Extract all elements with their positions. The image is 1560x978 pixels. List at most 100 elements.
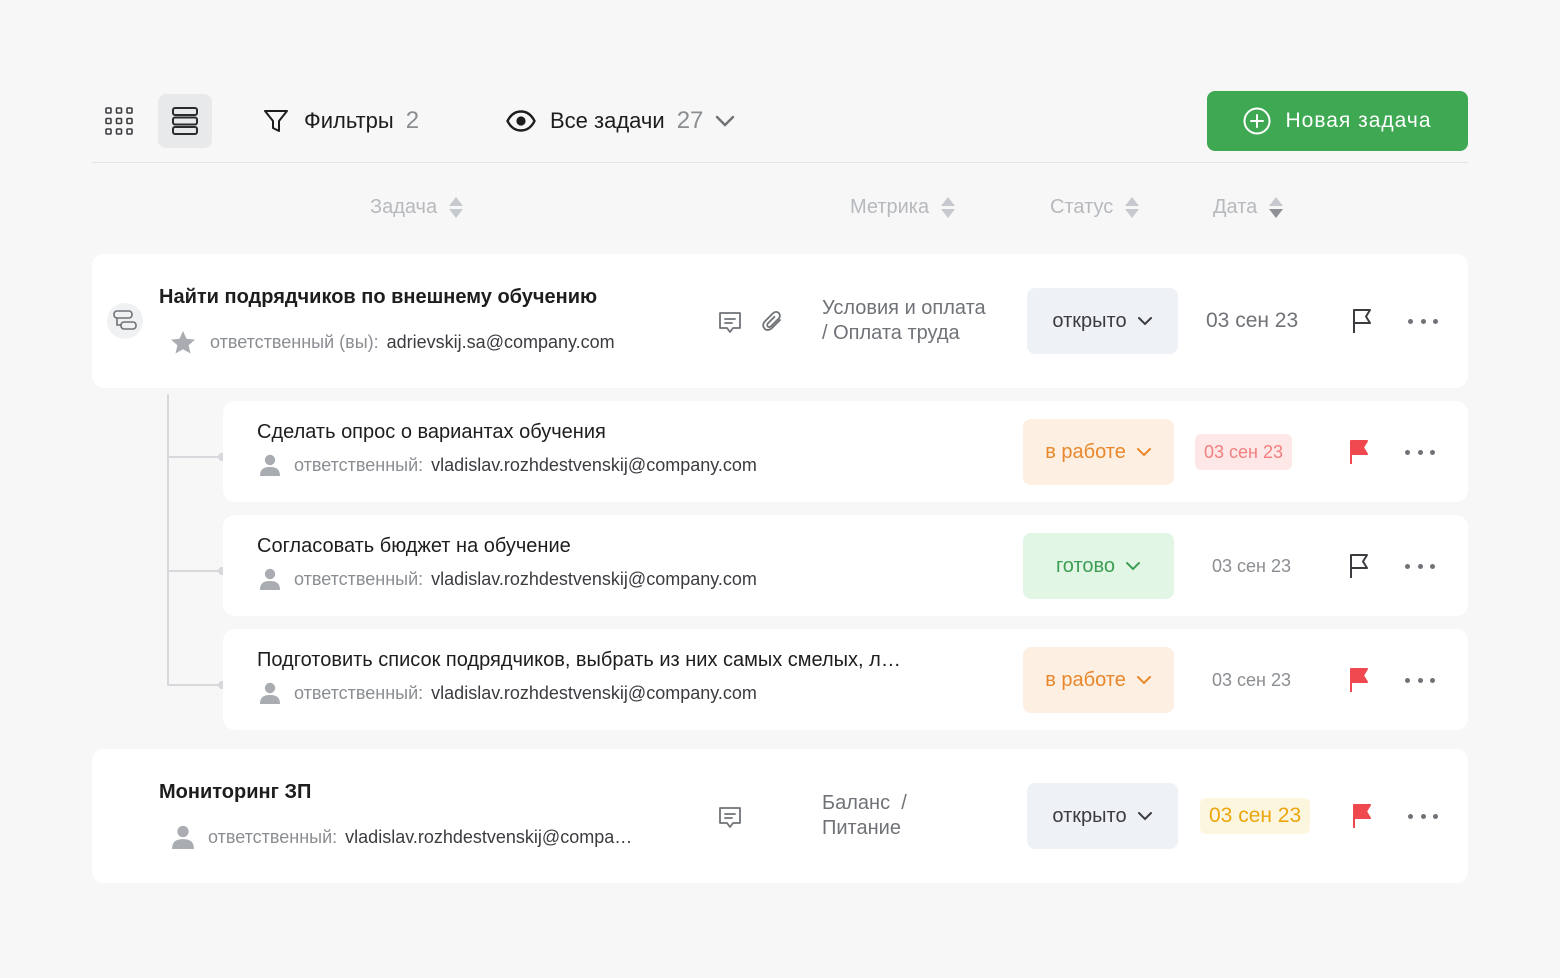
flag-button[interactable]: [1348, 307, 1376, 335]
metric-line: / Оплата труда: [822, 322, 960, 344]
subtask-assignee: ответственный: vladislav.rozhdestvenskij…: [260, 682, 757, 704]
task-row[interactable]: Найти подрядчиков по внешнему обучению о…: [92, 254, 1468, 388]
column-header-date[interactable]: Дата: [1213, 196, 1284, 219]
status-dropdown[interactable]: открыто: [1027, 288, 1178, 354]
tree-line: [167, 456, 223, 458]
flag-filled-icon: [1350, 668, 1368, 692]
user-icon: [260, 454, 280, 476]
user-icon: [260, 682, 280, 704]
status-label: в работе: [1045, 668, 1126, 691]
column-header-task[interactable]: Задача: [370, 196, 464, 219]
user-icon: [260, 568, 280, 590]
assignee-email: vladislav.rozhdestvenskij@company.com: [431, 682, 757, 703]
subtask-row[interactable]: Сделать опрос о вариантах обучения ответ…: [223, 401, 1468, 502]
metric-line: Питание: [822, 817, 901, 839]
star-icon[interactable]: [170, 330, 196, 355]
assignee-email: adrievskij.sa@company.com: [386, 332, 615, 352]
comment-button[interactable]: [716, 803, 744, 831]
attachment-button[interactable]: [759, 308, 787, 336]
flag-button[interactable]: [1345, 552, 1373, 580]
subtasks-toggle[interactable]: [107, 303, 143, 339]
metric-line: Баланс /: [822, 792, 907, 814]
comment-button[interactable]: [716, 308, 744, 336]
column-header-metric-label: Метрика: [850, 196, 930, 218]
column-header-date-label: Дата: [1213, 196, 1258, 218]
task-assignee: ответственный (вы): adrievskij.sa@compan…: [170, 330, 615, 355]
subtask-assignee: ответственный: vladislav.rozhdestvenskij…: [260, 568, 757, 590]
task-assignee: ответственный: vladislav.rozhdestvenskij…: [172, 825, 632, 849]
more-options-button[interactable]: [1405, 670, 1435, 690]
status-label: открыто: [1052, 804, 1127, 827]
subtask-assignee: ответственный: vladislav.rozhdestvenskij…: [260, 454, 757, 476]
user-icon: [172, 825, 194, 849]
task-title[interactable]: Мониторинг ЗП: [159, 781, 311, 804]
task-row[interactable]: Мониторинг ЗП ответственный: vladislav.r…: [92, 749, 1468, 883]
tree-line: [167, 570, 223, 572]
assignee-email: vladislav.rozhdestvenskij@company.com: [431, 568, 757, 589]
sort-icon: [1125, 197, 1140, 218]
subtask-date: 03 сен 23: [1195, 434, 1292, 470]
status-label: в работе: [1045, 440, 1126, 463]
assignee-email: vladislav.rozhdestvenskij@compa…: [345, 826, 633, 847]
toolbar: Фильтры 2 Все задачи 27 Новая задача: [92, 90, 1468, 152]
assignee-label: ответственный:: [294, 568, 424, 589]
task-metric: Баланс / Питание: [822, 791, 907, 841]
subtask-title[interactable]: Сделать опрос о вариантах обучения: [257, 421, 606, 444]
column-header-status-label: Статус: [1050, 196, 1114, 218]
subtask-title[interactable]: Подготовить список подрядчиков, выбрать …: [257, 649, 901, 672]
eye-icon: [506, 110, 536, 132]
chevron-down-icon: [1137, 812, 1152, 821]
more-options-button[interactable]: [1405, 556, 1435, 576]
filters-label: Фильтры: [304, 108, 394, 133]
chevron-down-icon: [716, 115, 735, 127]
chevron-down-icon: [1126, 562, 1141, 571]
grid-icon: [105, 107, 133, 135]
status-dropdown[interactable]: в работе: [1023, 647, 1174, 713]
subtask-row[interactable]: Согласовать бюджет на обучение ответстве…: [223, 515, 1468, 616]
assignee-email: vladislav.rozhdestvenskij@company.com: [431, 454, 757, 475]
flag-outline-icon: [1350, 554, 1368, 578]
toolbar-divider: [92, 162, 1468, 163]
list-view-button[interactable]: [158, 94, 212, 148]
task-title[interactable]: Найти подрядчиков по внешнему обучению: [159, 286, 597, 309]
chevron-down-icon: [1137, 317, 1152, 326]
task-date: 03 сен 23: [1200, 798, 1311, 834]
metric-line: Условия и оплата: [822, 297, 986, 319]
task-metric: Условия и оплата / Оплата труда: [822, 296, 986, 346]
status-label: открыто: [1052, 309, 1127, 332]
filters-button[interactable]: Фильтры 2: [262, 90, 419, 152]
attachment-icon: [762, 311, 781, 331]
more-options-button[interactable]: [1408, 311, 1438, 331]
subtasks-icon: [113, 310, 137, 330]
sort-icon: [941, 197, 956, 218]
more-options-button[interactable]: [1408, 806, 1438, 826]
sort-icon: [449, 197, 464, 218]
chevron-down-icon: [1136, 448, 1151, 457]
column-header-status[interactable]: Статус: [1050, 196, 1140, 219]
grid-view-button[interactable]: [92, 94, 146, 148]
status-dropdown[interactable]: в работе: [1023, 419, 1174, 485]
status-dropdown[interactable]: готово: [1023, 533, 1174, 599]
subtask-date: 03 сен 23: [1212, 669, 1291, 690]
view-selector[interactable]: Все задачи 27: [506, 90, 735, 152]
new-task-button[interactable]: Новая задача: [1207, 91, 1468, 151]
flag-button[interactable]: [1345, 438, 1373, 466]
status-dropdown[interactable]: открыто: [1027, 783, 1178, 849]
new-task-label: Новая задача: [1285, 109, 1432, 132]
tree-line: [167, 684, 223, 686]
flag-outline-icon: [1353, 309, 1371, 333]
flag-filled-icon: [1350, 440, 1368, 464]
flag-button[interactable]: [1348, 802, 1376, 830]
subtask-row[interactable]: Подготовить список подрядчиков, выбрать …: [223, 629, 1468, 730]
flag-button[interactable]: [1345, 666, 1373, 694]
assignee-label: ответственный:: [208, 826, 338, 847]
column-header-metric[interactable]: Метрика: [850, 196, 956, 219]
flag-filled-icon: [1353, 804, 1371, 828]
subtask-title[interactable]: Согласовать бюджет на обучение: [257, 535, 571, 558]
more-options-button[interactable]: [1405, 442, 1435, 462]
sort-icon: [1269, 197, 1284, 218]
comment-icon: [719, 312, 741, 333]
chevron-down-icon: [1136, 676, 1151, 685]
filters-count: 2: [405, 107, 420, 134]
tree-line: [167, 394, 169, 685]
